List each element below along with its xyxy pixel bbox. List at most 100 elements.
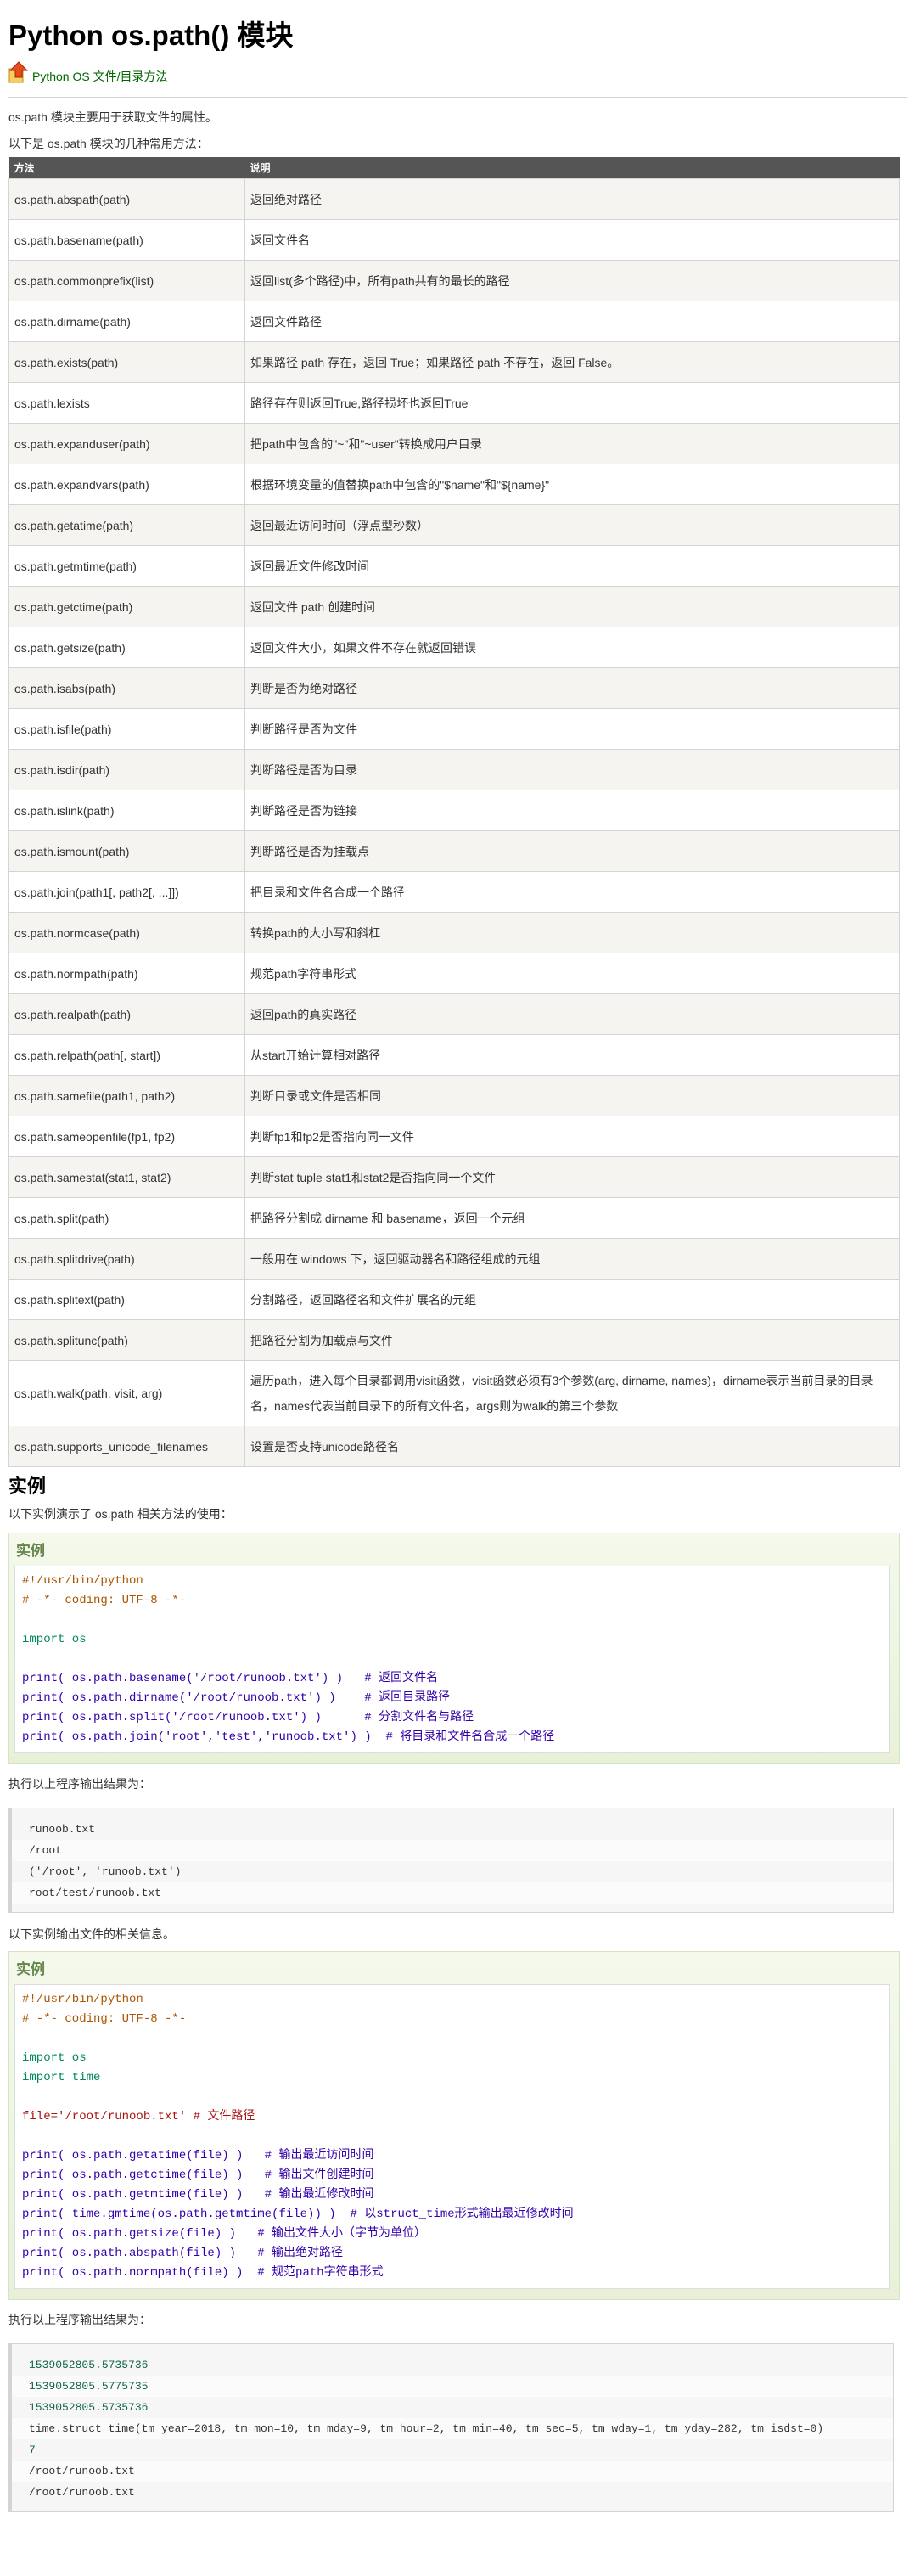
description-cell: 从start开始计算相对路径 bbox=[244, 1034, 900, 1076]
table-row: os.path.expanduser(path) 把path中包含的"~"和"~u… bbox=[8, 423, 900, 464]
table-row: os.path.walk(path, visit, arg) 遍历path，进入每… bbox=[8, 1360, 900, 1426]
output-line: 7 bbox=[29, 2444, 36, 2456]
method-cell: os.path.split(path) bbox=[8, 1197, 245, 1239]
code-line: print( os.path.getmtime(file) ) # 输出最近修改… bbox=[22, 2188, 374, 2202]
description-cell: 分割路径，返回路径名和文件扩展名的元组 bbox=[244, 1279, 900, 1320]
description-cell: 返回文件路径 bbox=[244, 301, 900, 342]
table-row: os.path.realpath(path) 返回path的真实路径 bbox=[8, 993, 900, 1035]
table-row: os.path.ismount(path) 判断路径是否为挂载点 bbox=[8, 830, 900, 872]
example2-intro: 以下实例输出文件的相关信息。 bbox=[8, 1927, 175, 1941]
code-line: print( os.path.abspath(file) ) # 输出绝对路径 bbox=[22, 2247, 344, 2260]
method-cell: os.path.normcase(path) bbox=[8, 912, 245, 953]
description-cell: 返回最近文件修改时间 bbox=[244, 545, 900, 587]
page-content: Python os.path() 模块 Python OS 文件/目录方法 os… bbox=[0, 0, 907, 2512]
table-row: os.path.join(path1[, path2[, ...]]) 把目录和文… bbox=[8, 871, 900, 913]
method-cell: os.path.abspath(path) bbox=[8, 178, 245, 220]
code-line: # -*- coding: UTF-8 -*- bbox=[22, 1594, 187, 1607]
description-cell: 返回最近访问时间（浮点型秒数） bbox=[244, 504, 900, 546]
description-cell: 设置是否支持unicode路径名 bbox=[244, 1426, 900, 1467]
method-cell: os.path.isabs(path) bbox=[8, 667, 245, 709]
code-line: print( os.path.basename('/root/runoob.tx… bbox=[22, 1672, 439, 1685]
description-cell: 判断目录或文件是否相同 bbox=[244, 1075, 900, 1116]
output-line: 1539052805.5735736 bbox=[29, 2359, 149, 2371]
method-cell: os.path.relpath(path[, start]) bbox=[8, 1034, 245, 1076]
code-line: import os bbox=[22, 1633, 87, 1646]
table-row: os.path.isdir(path) 判断路径是否为目录 bbox=[8, 749, 900, 790]
method-cell: os.path.dirname(path) bbox=[8, 301, 245, 342]
table-row: os.path.abspath(path) 返回绝对路径 bbox=[8, 178, 900, 220]
description-cell: 判断fp1和fp2是否指向同一文件 bbox=[244, 1116, 900, 1157]
table-row: os.path.getmtime(path) 返回最近文件修改时间 bbox=[8, 545, 900, 587]
table-row: os.path.supports_unicode_filenames 设置是否支持… bbox=[8, 1426, 900, 1467]
description-cell: 把path中包含的"~"和"~user"转换成用户目录 bbox=[244, 423, 900, 464]
output-line: time.struct_time(tm_year=2018, tm_mon=10… bbox=[12, 2418, 893, 2439]
table-row: os.path.getctime(path) 返回文件 path 创建时间 bbox=[8, 586, 900, 627]
description-cell: 返回list(多个路径)中，所有path共有的最长的路径 bbox=[244, 260, 900, 301]
section-title: 实例 bbox=[8, 1476, 47, 1497]
back-to-os-methods-link[interactable]: Python OS 文件/目录方法 bbox=[32, 68, 167, 85]
description-cell: 返回path的真实路径 bbox=[244, 993, 900, 1035]
output-line: 1539052805.5735736 bbox=[29, 2401, 149, 2414]
method-cell: os.path.splitunc(path) bbox=[8, 1319, 245, 1361]
table-row: os.path.isfile(path) 判断路径是否为文件 bbox=[8, 708, 900, 750]
table-row: os.path.samefile(path1, path2) 判断目录或文件是否相… bbox=[8, 1075, 900, 1116]
example-label: 实例 bbox=[16, 1961, 45, 1977]
table-row: os.path.dirname(path) 返回文件路径 bbox=[8, 301, 900, 342]
code-line: file='/root/runoob.txt' # 文件路径 bbox=[22, 2110, 255, 2123]
code-line: ​ bbox=[22, 2088, 883, 2107]
description-cell: 规范path字符串形式 bbox=[244, 953, 900, 994]
description-cell: 返回文件大小，如果文件不存在就返回错误 bbox=[244, 627, 900, 668]
description-cell: 转换path的大小写和斜杠 bbox=[244, 912, 900, 953]
description-cell: 遍历path，进入每个目录都调用visit函数，visit函数必须有3个参数(a… bbox=[244, 1360, 900, 1426]
method-cell: os.path.isdir(path) bbox=[8, 749, 245, 790]
code-line: import os bbox=[22, 2051, 87, 2065]
table-row: os.path.expandvars(path) 根据环境变量的值替换path中包… bbox=[8, 464, 900, 505]
table-row: os.path.getatime(path) 返回最近访问时间（浮点型秒数） bbox=[8, 504, 900, 546]
table-row: os.path.normcase(path) 转换path的大小写和斜杠 bbox=[8, 912, 900, 953]
method-cell: os.path.isfile(path) bbox=[8, 708, 245, 750]
description-cell: 判断路径是否为链接 bbox=[244, 790, 900, 831]
output-line: 1539052805.5775735 bbox=[12, 2376, 893, 2397]
code-line: #!/usr/bin/python bbox=[22, 1574, 143, 1588]
code-line: print( os.path.split('/root/runoob.txt')… bbox=[22, 1711, 474, 1724]
table-row: os.path.getsize(path) 返回文件大小，如果文件不存在就返回错误 bbox=[8, 627, 900, 668]
code-line: ​ bbox=[22, 2029, 883, 2049]
table-row: os.path.normpath(path) 规范path字符串形式 bbox=[8, 953, 900, 994]
method-cell: os.path.exists(path) bbox=[8, 341, 245, 383]
example-label: 实例 bbox=[16, 1543, 45, 1559]
output-line: /root/runoob.txt bbox=[12, 2461, 893, 2482]
code-line: print( os.path.join('root','test','runoo… bbox=[22, 1730, 555, 1744]
code-line: print( os.path.getsize(file) ) # 输出文件大小（… bbox=[22, 2227, 427, 2241]
output-intro: 执行以上程序输出结果为： bbox=[8, 1777, 151, 1791]
intro-text-2: 以下是 os.path 模块的几种常用方法： bbox=[8, 137, 209, 150]
output-line: /root bbox=[12, 1840, 893, 1861]
description-cell: 判断stat tuple stat1和stat2是否指向同一个文件 bbox=[244, 1156, 900, 1198]
method-cell: os.path.expanduser(path) bbox=[8, 423, 245, 464]
output-block-1: runoob.txt/root ('/root', 'runoob.txt') ro… bbox=[8, 1808, 894, 1913]
table-row: os.path.isabs(path) 判断是否为绝对路径 bbox=[8, 667, 900, 709]
code-line: ​ bbox=[22, 2127, 883, 2146]
table-row: os.path.relpath(path[, start]) 从start开始计算… bbox=[8, 1034, 900, 1076]
code-line: ​ bbox=[22, 1611, 883, 1630]
method-cell: os.path.walk(path, visit, arg) bbox=[8, 1360, 245, 1426]
up-arrow-icon bbox=[8, 61, 29, 83]
description-cell: 返回文件 path 创建时间 bbox=[244, 586, 900, 627]
code-line: print( os.path.getatime(file) ) # 输出最近访问… bbox=[22, 2149, 374, 2163]
table-row: os.path.splitunc(path) 把路径分割为加载点与文件 bbox=[8, 1319, 900, 1361]
output-intro-2: 执行以上程序输出结果为： bbox=[8, 2313, 151, 2326]
description-cell: 返回绝对路径 bbox=[244, 178, 900, 220]
description-cell: 把目录和文件名合成一个路径 bbox=[244, 871, 900, 913]
description-cell: 判断路径是否为文件 bbox=[244, 708, 900, 750]
description-cell: 路径存在则返回True,路径损坏也返回True bbox=[244, 382, 900, 424]
method-cell: os.path.samestat(stat1, stat2) bbox=[8, 1156, 245, 1198]
method-cell: os.path.getsize(path) bbox=[8, 627, 245, 668]
method-cell: os.path.samefile(path1, path2) bbox=[8, 1075, 245, 1116]
description-cell: 如果路径 path 存在，返回 True；如果路径 path 不存在，返回 Fa… bbox=[244, 341, 900, 383]
table-row: os.path.commonprefix(list) 返回list(多个路径)中，… bbox=[8, 260, 900, 301]
output-line: runoob.txt bbox=[29, 1823, 96, 1836]
method-cell: os.path.normpath(path) bbox=[8, 953, 245, 994]
table-header-row: 方法 说明 bbox=[8, 157, 900, 179]
table-row: os.path.islink(path) 判断路径是否为链接 bbox=[8, 790, 900, 831]
method-cell: os.path.getmtime(path) bbox=[8, 545, 245, 587]
code-line: # -*- coding: UTF-8 -*- bbox=[22, 2012, 187, 2026]
